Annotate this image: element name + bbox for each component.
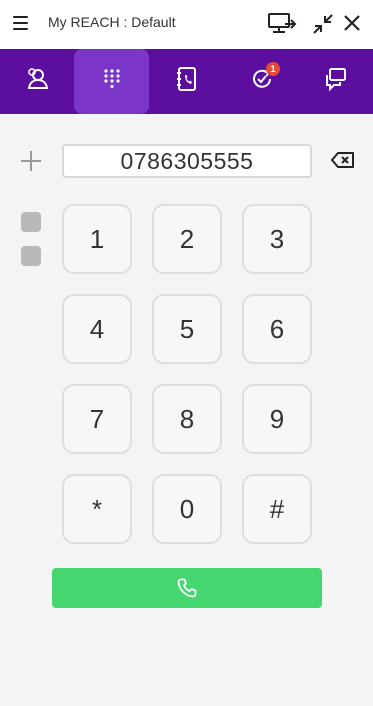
contacts-icon xyxy=(25,66,51,97)
phonebook-icon xyxy=(175,66,199,97)
tab-chat[interactable] xyxy=(298,49,373,114)
tab-history[interactable]: 1 xyxy=(224,49,299,114)
key-4[interactable]: 4 xyxy=(62,294,132,364)
key-3[interactable]: 3 xyxy=(242,204,312,274)
close-icon[interactable] xyxy=(340,11,368,37)
minimize-icon[interactable] xyxy=(310,11,338,37)
call-button[interactable] xyxy=(52,568,322,608)
key-0[interactable]: 0 xyxy=(152,474,222,544)
phone-icon xyxy=(177,578,197,598)
title-bar: My REACH : Default xyxy=(0,0,373,49)
backspace-icon xyxy=(331,152,354,168)
tab-phonebook[interactable] xyxy=(149,49,224,114)
backspace-button[interactable] xyxy=(330,150,356,170)
chat-icon xyxy=(323,66,349,97)
key-1[interactable]: 1 xyxy=(62,204,132,274)
key-hash[interactable]: # xyxy=(242,474,312,544)
add-contact-button[interactable] xyxy=(18,148,44,174)
key-2[interactable]: 2 xyxy=(152,204,222,274)
app-title: My REACH : Default xyxy=(48,14,176,30)
key-9[interactable]: 9 xyxy=(242,384,312,454)
tab-dialpad[interactable] xyxy=(74,49,149,114)
side-toggle-1[interactable] xyxy=(21,212,41,232)
key-star[interactable]: * xyxy=(62,474,132,544)
notification-badge: 1 xyxy=(266,62,280,76)
key-6[interactable]: 6 xyxy=(242,294,312,364)
tab-contacts[interactable] xyxy=(0,49,75,114)
key-8[interactable]: 8 xyxy=(152,384,222,454)
side-toggle-2[interactable] xyxy=(21,246,41,266)
phone-number-input[interactable] xyxy=(62,144,312,178)
dialpad-icon xyxy=(102,68,122,95)
key-5[interactable]: 5 xyxy=(152,294,222,364)
plus-icon xyxy=(21,151,41,171)
key-7[interactable]: 7 xyxy=(62,384,132,454)
nav-bar: 1 xyxy=(0,49,373,114)
monitor-icon[interactable] xyxy=(267,11,297,37)
menu-icon[interactable] xyxy=(12,15,30,31)
